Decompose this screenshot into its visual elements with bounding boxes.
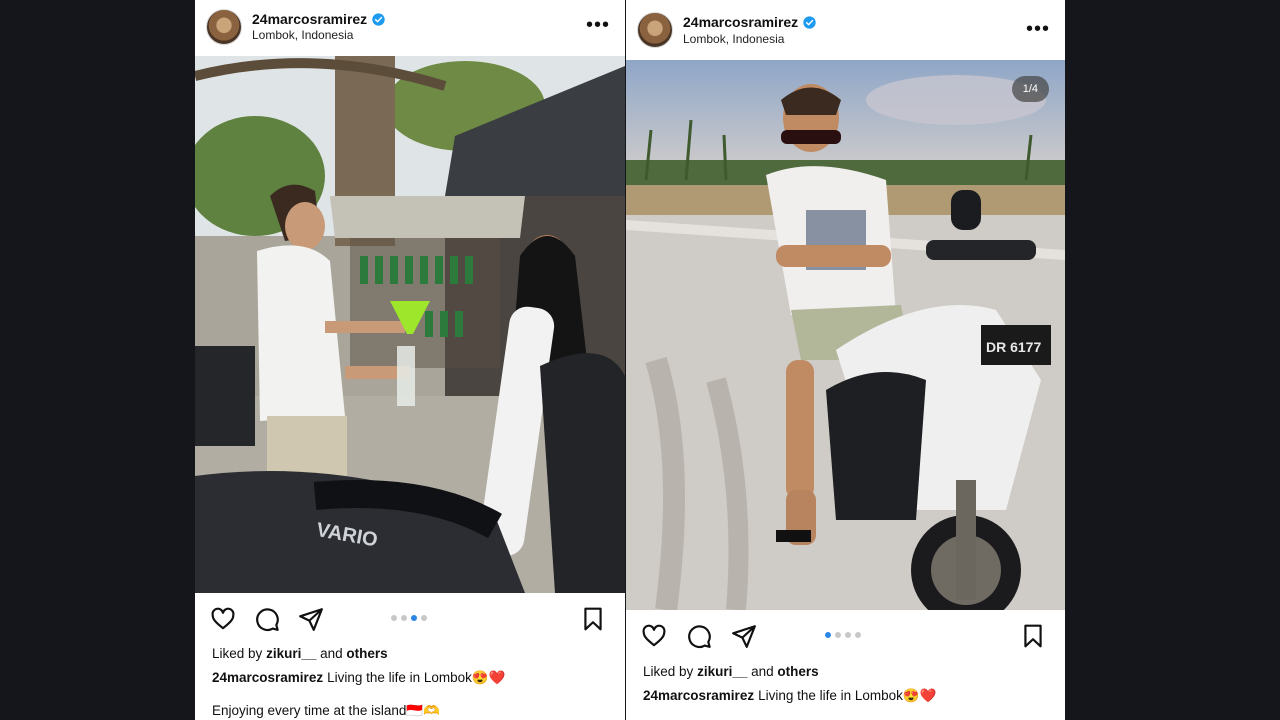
carousel-counter-badge: 1/4	[1011, 76, 1049, 102]
carousel-indicator	[825, 632, 861, 638]
location[interactable]: Lombok, Indonesia	[683, 32, 784, 46]
carousel-dot	[855, 632, 861, 638]
post-photo-refueling[interactable]: VARIO	[195, 56, 625, 593]
likes-prefix: Liked by	[212, 646, 263, 661]
verified-icon	[803, 15, 816, 29]
comment-icon[interactable]	[254, 606, 280, 632]
caption-text: Living the life in Lombok😍❤️	[327, 670, 506, 685]
caption-line: 24marcosramirez Living the life in Lombok…	[643, 688, 1055, 704]
bookmark-icon[interactable]	[1020, 623, 1046, 649]
carousel-dot-active	[411, 615, 417, 621]
likes-others[interactable]: others	[777, 664, 818, 679]
likes-line[interactable]: Liked by zikuri__ and others	[643, 664, 1055, 679]
username[interactable]: 24marcosramirez	[683, 14, 798, 30]
post-header: 24marcosramirez Lombok, Indonesia •••	[195, 0, 625, 56]
verified-icon	[372, 12, 385, 26]
caption-line: 24marcosramirez Living the life in Lombok…	[212, 670, 615, 686]
carousel-dot	[401, 615, 407, 621]
avatar[interactable]	[637, 12, 673, 48]
location[interactable]: Lombok, Indonesia	[252, 28, 353, 42]
avatar[interactable]	[206, 9, 242, 45]
carousel-dot	[845, 632, 851, 638]
action-bar	[626, 617, 1065, 653]
likes-mid: and	[320, 646, 343, 661]
caption-extra-text: Enjoying every time at the island🇮🇩🫶	[212, 703, 440, 718]
svg-text:DR 6177: DR 6177	[986, 339, 1041, 355]
carousel-dot	[421, 615, 427, 621]
liked-by-user[interactable]: zikuri__	[266, 646, 316, 661]
post-header: 24marcosramirez Lombok, Indonesia •••	[626, 0, 1065, 56]
instagram-post-left: 24marcosramirez Lombok, Indonesia ••• VA…	[195, 0, 625, 720]
caption-text: Living the life in Lombok😍❤️	[758, 688, 937, 703]
share-icon[interactable]	[731, 623, 757, 649]
share-icon[interactable]	[298, 606, 324, 632]
likes-prefix: Liked by	[643, 664, 694, 679]
carousel-dot	[835, 632, 841, 638]
caption-block: Liked by zikuri__ and others 24marcosram…	[643, 664, 1055, 720]
carousel-dot	[391, 615, 397, 621]
likes-line[interactable]: Liked by zikuri__ and others	[212, 646, 615, 661]
likes-others[interactable]: others	[346, 646, 387, 661]
heart-icon[interactable]	[641, 623, 667, 649]
action-bar	[195, 600, 625, 636]
username-row: 24marcosramirez	[252, 11, 385, 27]
heart-icon[interactable]	[210, 606, 236, 632]
caption-username[interactable]: 24marcosramirez	[212, 670, 323, 685]
username[interactable]: 24marcosramirez	[252, 11, 367, 27]
liked-by-user[interactable]: zikuri__	[697, 664, 747, 679]
more-options-icon[interactable]: •••	[586, 14, 610, 37]
post-photo-scooter[interactable]: DR 6177 1/4	[626, 60, 1065, 610]
username-row: 24marcosramirez	[683, 14, 816, 30]
comment-icon[interactable]	[686, 623, 712, 649]
caption-block: Liked by zikuri__ and others 24marcosram…	[212, 646, 615, 719]
caption-username[interactable]: 24marcosramirez	[643, 688, 754, 703]
bookmark-icon[interactable]	[580, 606, 606, 632]
more-options-icon[interactable]: •••	[1026, 18, 1050, 41]
likes-mid: and	[751, 664, 774, 679]
instagram-post-right: 24marcosramirez Lombok, Indonesia ••• DR…	[626, 0, 1065, 720]
carousel-dot-active	[825, 632, 831, 638]
carousel-indicator	[391, 615, 427, 621]
